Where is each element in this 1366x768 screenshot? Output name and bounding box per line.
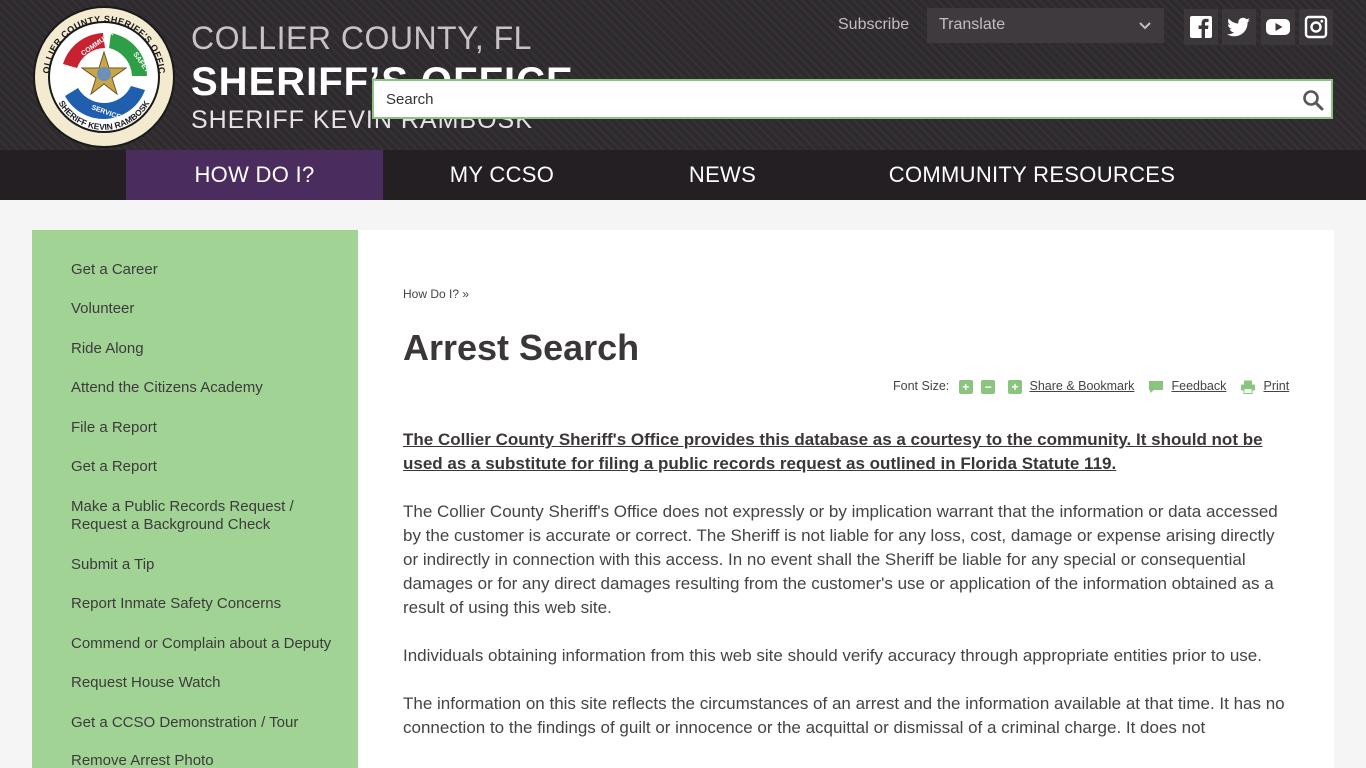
sidebar-item-volunteer[interactable]: Volunteer: [71, 300, 353, 318]
sidebar-item-get-a-career[interactable]: Get a Career: [71, 261, 353, 279]
breadcrumb[interactable]: How Do I? »: [403, 287, 469, 301]
nav-my-ccso[interactable]: MY CCSO: [383, 150, 621, 200]
feedback-link[interactable]: Feedback: [1171, 379, 1226, 393]
sheriff-seal-logo[interactable]: COLLIER COUNTY SHERIFF'S OFFICE SHERIFF …: [33, 6, 175, 148]
article-body: The Collier County Sheriff's Office prov…: [403, 428, 1291, 740]
sidebar-item-public-records[interactable]: Make a Public Records Request / Request …: [71, 498, 353, 534]
sidebar: Get a Career Volunteer Ride Along Attend…: [32, 230, 358, 768]
translate-select[interactable]: Translate: [927, 8, 1164, 43]
search-icon[interactable]: [1301, 88, 1325, 112]
sidebar-item-citizens-academy[interactable]: Attend the Citizens Academy: [71, 379, 353, 397]
twitter-icon: [1227, 17, 1250, 37]
sidebar-item-remove-arrest-photo[interactable]: Remove Arrest Photo: [71, 752, 353, 768]
print-icon: [1241, 380, 1255, 394]
disclaimer-paragraph: The Collier County Sheriff's Office does…: [403, 502, 1278, 617]
sidebar-item-commend-complain[interactable]: Commend or Complain about a Deputy: [71, 635, 353, 653]
facebook-link[interactable]: [1184, 9, 1218, 45]
verify-paragraph: Individuals obtaining information from t…: [403, 646, 1262, 665]
main-nav: HOW DO I? MY CCSO NEWS COMMUNITY RESOURC…: [0, 150, 1366, 200]
sidebar-item-demonstration-tour[interactable]: Get a CCSO Demonstration / Tour: [71, 714, 353, 732]
circumstances-paragraph: The information on this site reflects th…: [403, 694, 1285, 737]
twitter-link[interactable]: [1222, 9, 1256, 45]
subscribe-link[interactable]: Subscribe: [838, 16, 909, 34]
sidebar-item-ride-along[interactable]: Ride Along: [71, 340, 353, 358]
nav-news[interactable]: NEWS: [621, 150, 824, 200]
share-plus-icon: +: [1008, 379, 1022, 394]
facebook-icon: [1190, 16, 1212, 38]
share-tool[interactable]: + Share & Bookmark: [1008, 379, 1134, 394]
nav-how-do-i[interactable]: HOW DO I?: [126, 150, 383, 200]
instagram-icon: [1304, 15, 1328, 39]
brand-county: COLLIER COUNTY, FL: [191, 20, 532, 56]
main-content: How Do I? » Arrest Search Font Size: + −…: [358, 230, 1334, 768]
sidebar-item-house-watch[interactable]: Request House Watch: [71, 674, 353, 692]
font-size-label: Font Size:: [893, 379, 950, 393]
print-tool[interactable]: Print: [1240, 379, 1289, 394]
youtube-link[interactable]: [1261, 9, 1295, 45]
share-bookmark-link[interactable]: Share & Bookmark: [1029, 379, 1134, 393]
sidebar-item-submit-tip[interactable]: Submit a Tip: [71, 556, 353, 574]
font-size-tool: Font Size: + −: [893, 379, 996, 394]
font-increase-icon[interactable]: +: [958, 379, 973, 394]
font-decrease-icon[interactable]: −: [981, 379, 996, 394]
chevron-down-icon: [1139, 22, 1151, 30]
nav-community-resources[interactable]: COMMUNITY RESOURCES: [824, 150, 1240, 200]
site-header: COLLIER COUNTY SHERIFF'S OFFICE SHERIFF …: [0, 0, 1366, 150]
site-search: [372, 79, 1333, 119]
print-link[interactable]: Print: [1263, 379, 1289, 393]
instagram-link[interactable]: [1299, 9, 1333, 45]
search-input[interactable]: [374, 81, 1294, 117]
public-records-notice-link[interactable]: The Collier County Sheriff's Office prov…: [403, 428, 1291, 476]
youtube-icon: [1266, 19, 1290, 35]
feedback-icon: [1149, 380, 1163, 393]
feedback-tool[interactable]: Feedback: [1148, 379, 1226, 394]
page-title: Arrest Search: [403, 327, 640, 368]
sidebar-item-inmate-safety[interactable]: Report Inmate Safety Concerns: [71, 595, 353, 613]
sidebar-item-file-report[interactable]: File a Report: [71, 419, 353, 437]
sidebar-item-get-report[interactable]: Get a Report: [71, 458, 353, 476]
translate-label: Translate: [939, 16, 1006, 33]
